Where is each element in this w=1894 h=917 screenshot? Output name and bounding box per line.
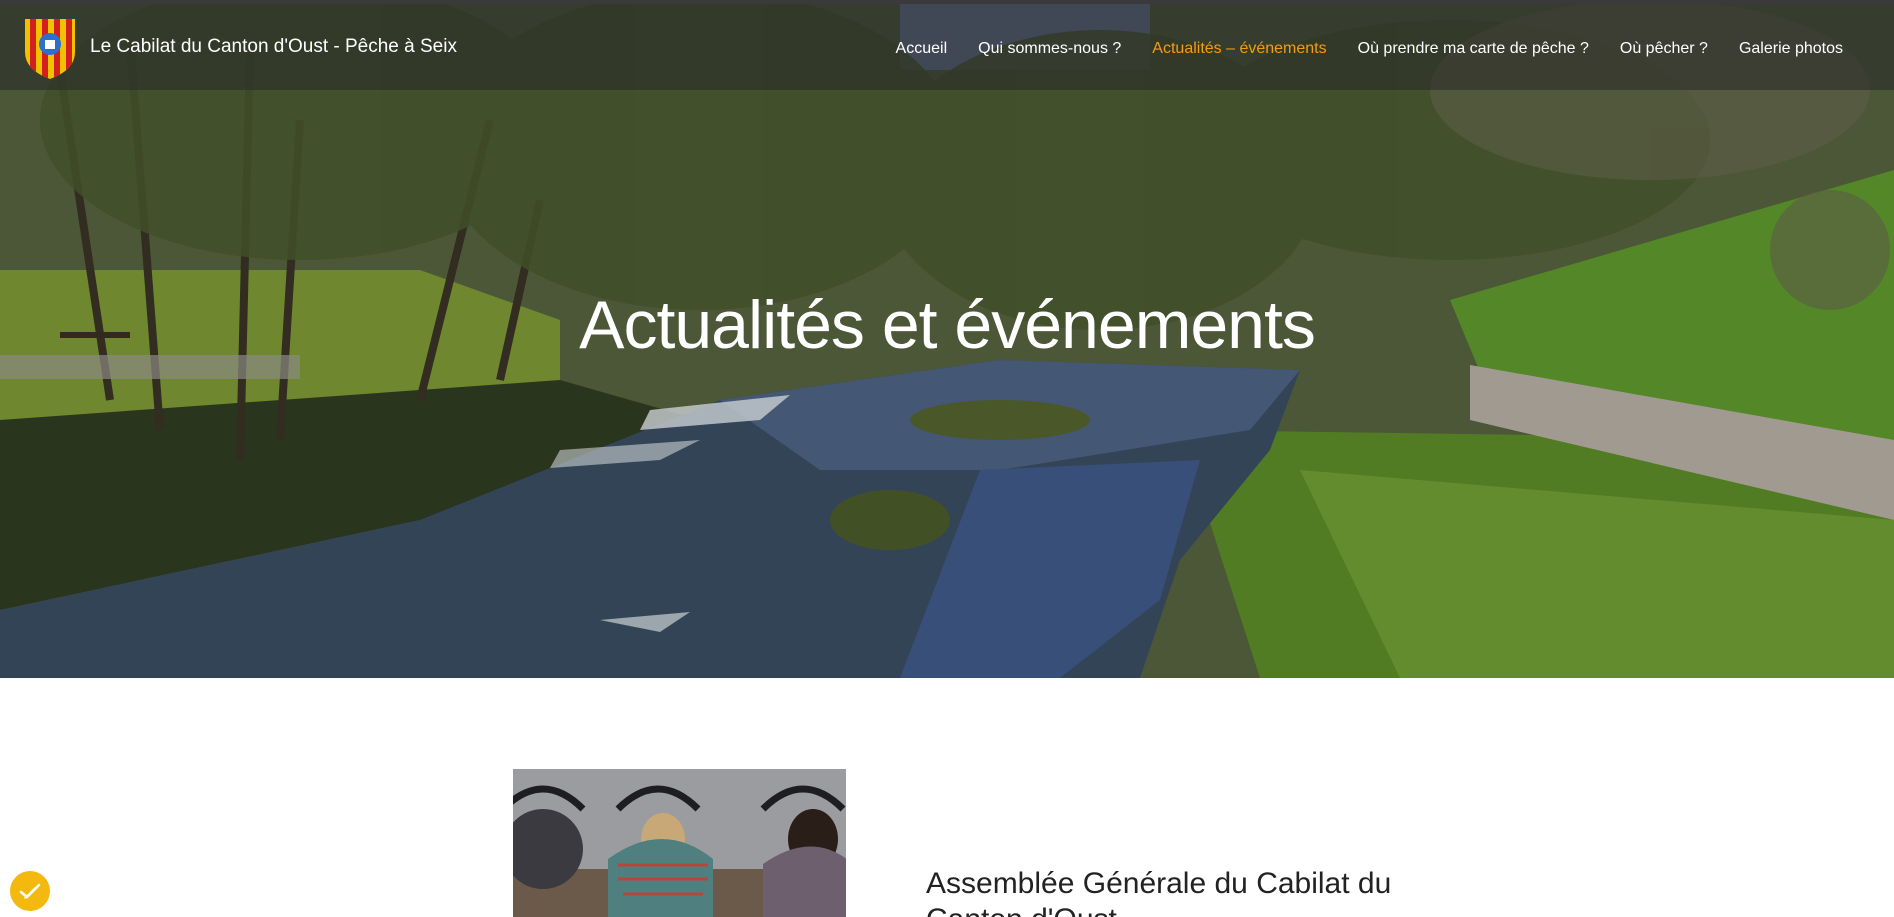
page-title: Actualités et événements — [579, 287, 1316, 363]
nav-accueil[interactable]: Accueil — [896, 40, 948, 58]
site-header: Le Cabilat du Canton d'Oust - Pêche à Se… — [0, 4, 1894, 90]
hero-banner: Le Cabilat du Canton d'Oust - Pêche à Se… — [0, 0, 1894, 678]
article-thumbnail[interactable] — [513, 769, 846, 917]
check-icon[interactable] — [10, 871, 50, 911]
article-photo — [513, 769, 846, 917]
nav-actualites-evenements[interactable]: Actualités – événements — [1152, 40, 1326, 58]
site-title[interactable]: Le Cabilat du Canton d'Oust - Pêche à Se… — [90, 36, 457, 58]
nav-ou-pecher[interactable]: Où pêcher ? — [1620, 40, 1708, 58]
coat-of-arms-icon[interactable] — [24, 18, 76, 80]
nav-galerie-photos[interactable]: Galerie photos — [1739, 40, 1843, 58]
nav-qui-sommes-nous[interactable]: Qui sommes-nous ? — [978, 40, 1121, 58]
main-nav: Accueil Qui sommes-nous ? Actualités – é… — [865, 40, 1843, 58]
nav-carte-de-peche[interactable]: Où prendre ma carte de pêche ? — [1358, 40, 1589, 58]
article-title[interactable]: Assemblée Générale du Cabilat du Canton … — [926, 866, 1466, 917]
